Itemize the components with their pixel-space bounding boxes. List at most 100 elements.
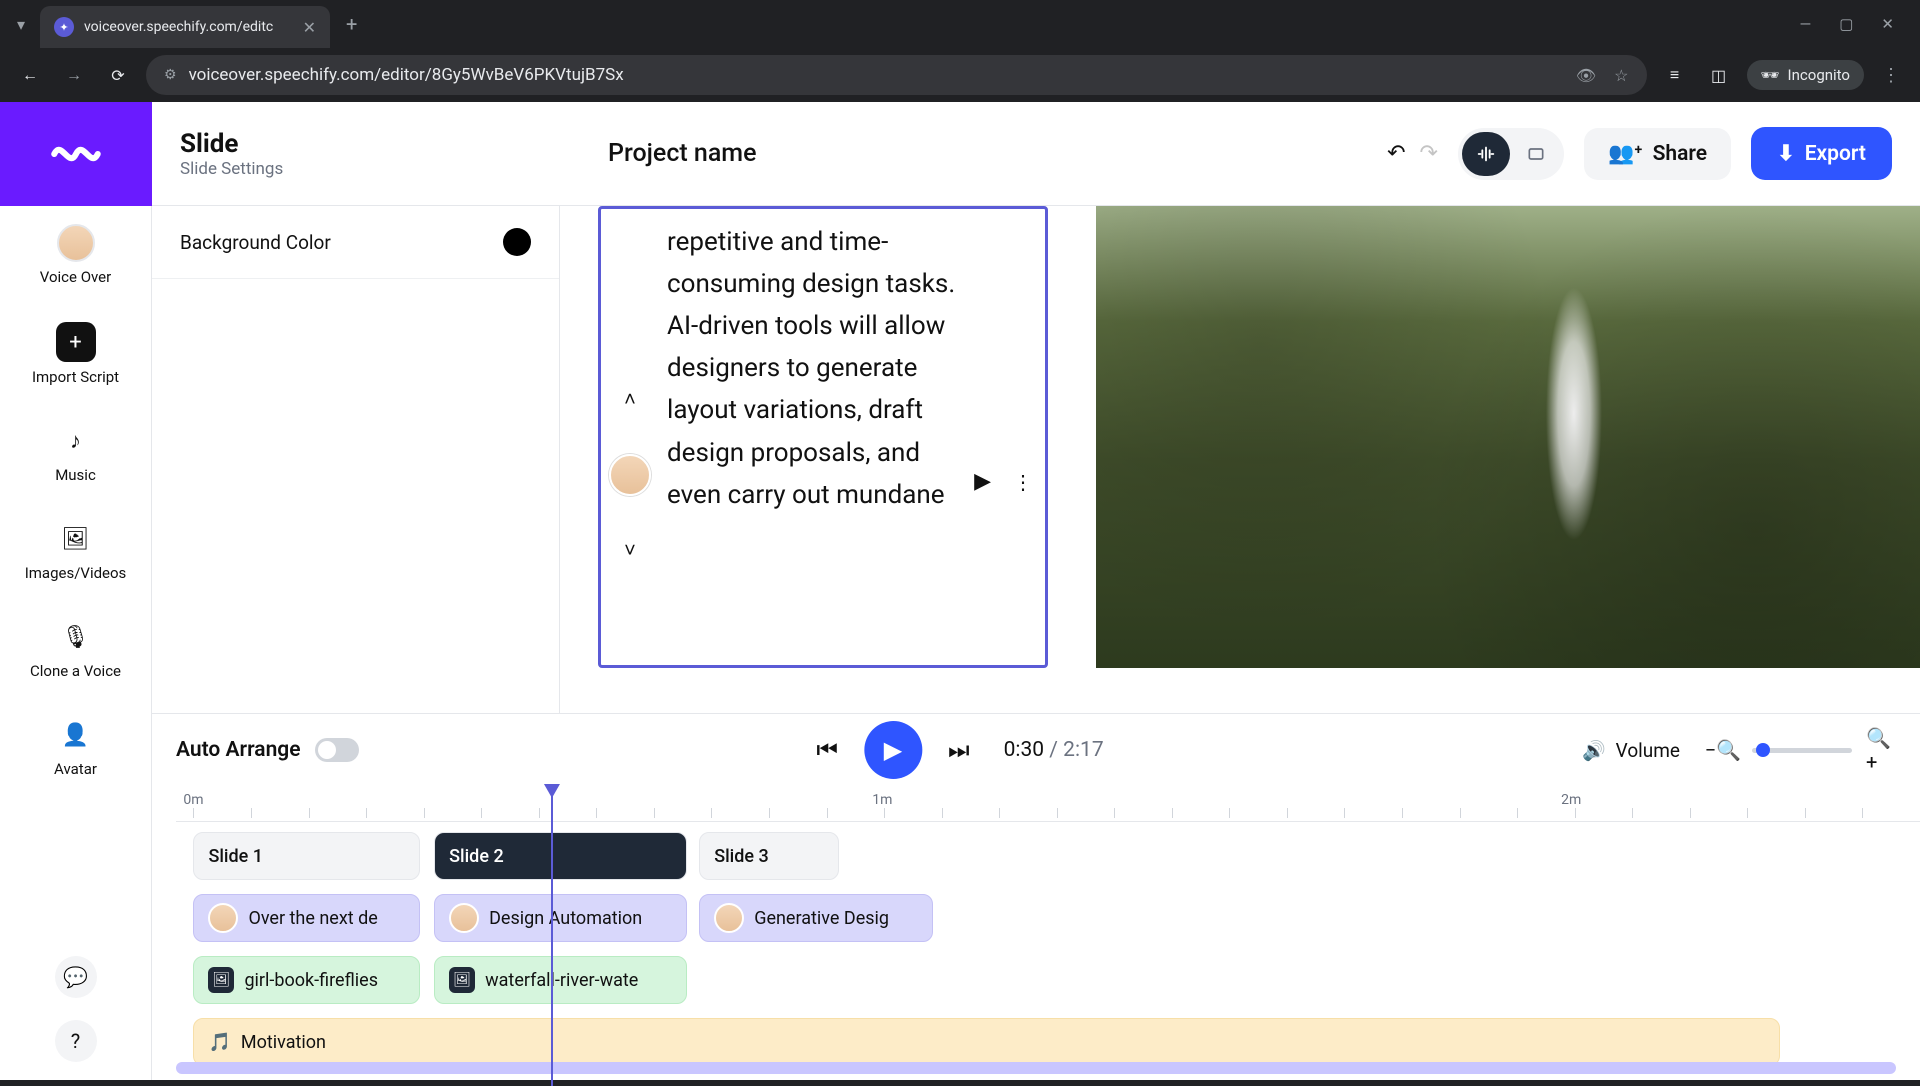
clip-media[interactable]: 🖼girl-book-fireflies	[193, 956, 420, 1004]
play-button[interactable]: ▶	[864, 721, 922, 779]
browser-menu-icon[interactable]: ⋮	[1876, 65, 1906, 86]
setting-label: Background Color	[180, 231, 331, 254]
panel-title: Slide	[180, 129, 588, 159]
timeline-tracks: Slide 1 Slide 2 Slide 3 Over the next de De…	[152, 822, 1920, 1074]
back-button[interactable]: ←	[14, 59, 46, 91]
script-block[interactable]: ˄ ˅ repetitive and time-consuming design…	[598, 206, 1048, 668]
rail-import-script[interactable]: + Import Script	[0, 304, 151, 404]
new-tab-button[interactable]: +	[338, 12, 365, 36]
zoom-out-button[interactable]: −🔍	[1708, 735, 1738, 765]
ruler-mark: 1m	[872, 792, 892, 808]
favicon-icon: ✦	[54, 17, 74, 37]
left-rail: Voice Over + Import Script ♪ Music 🖼 Ima…	[0, 102, 152, 1080]
undo-button[interactable]: ↶	[1387, 141, 1405, 166]
url-text: voiceover.speechify.com/editor/8Gy5WvBeV…	[189, 65, 1564, 85]
prev-button[interactable]: ⏮	[816, 736, 838, 764]
music-icon: 🎵	[208, 1032, 230, 1053]
clip-label: Slide 3	[714, 846, 769, 867]
rail-music[interactable]: ♪ Music	[0, 404, 151, 502]
volume-label: Volume	[1616, 739, 1680, 762]
zoom-slider[interactable]	[1752, 748, 1852, 753]
panel-subtitle: Slide Settings	[180, 159, 588, 179]
maximize-icon[interactable]: ▢	[1839, 15, 1853, 33]
app-logo[interactable]	[0, 102, 152, 206]
play-block-icon[interactable]: ▶	[974, 469, 991, 494]
zoom-in-button[interactable]: 🔍+	[1866, 735, 1896, 765]
video-preview[interactable]	[1096, 206, 1920, 713]
move-up-icon[interactable]: ˄	[624, 387, 636, 412]
rail-avatar[interactable]: 👤 Avatar	[0, 698, 151, 796]
reload-button[interactable]: ⟳	[102, 59, 134, 91]
clip-music[interactable]: 🎵 Motivation	[193, 1018, 1780, 1066]
chat-button[interactable]: 💬	[55, 956, 97, 998]
close-tab-icon[interactable]: ✕	[303, 18, 316, 37]
browser-tab[interactable]: ✦ voiceover.speechify.com/editc ✕	[40, 6, 330, 48]
time-current: 0:30	[1004, 738, 1045, 762]
plus-icon: +	[56, 322, 96, 362]
time-total: 2:17	[1063, 738, 1104, 762]
download-icon: ⬇	[1777, 141, 1795, 166]
eye-off-icon[interactable]: 👁	[1576, 66, 1596, 85]
script-text[interactable]: repetitive and time-consuming design tas…	[663, 217, 962, 516]
color-swatch[interactable]	[503, 228, 531, 256]
address-bar[interactable]: ⚙ voiceover.speechify.com/editor/8Gy5WvB…	[146, 55, 1647, 95]
close-window-icon[interactable]: ✕	[1881, 15, 1894, 33]
rail-voice-over[interactable]: Voice Over	[0, 206, 151, 304]
clip-voice[interactable]: Over the next de	[193, 894, 420, 942]
rail-clone-voice[interactable]: 🎙 Clone a Voice	[0, 600, 151, 698]
image-icon: 🖼	[449, 967, 475, 993]
volume-control[interactable]: 🔊 Volume	[1582, 739, 1680, 762]
share-button[interactable]: 👥⁺ Share	[1584, 128, 1731, 180]
volume-icon: 🔊	[1582, 739, 1606, 762]
bookmark-icon[interactable]: ☆	[1614, 66, 1628, 85]
site-settings-icon[interactable]: ⚙	[164, 67, 177, 83]
clip-slide[interactable]: Slide 2	[434, 832, 687, 880]
clip-label: girl-book-fireflies	[244, 970, 378, 991]
redo-button[interactable]: ↷	[1420, 141, 1438, 166]
mic-icon: 🎙	[57, 618, 95, 656]
reading-list-icon[interactable]: ≡	[1659, 59, 1691, 91]
clip-label: Generative Desig	[754, 908, 889, 929]
music-icon: ♪	[57, 422, 95, 460]
clip-slide[interactable]: Slide 3	[699, 832, 839, 880]
ruler-mark: 2m	[1561, 792, 1581, 808]
view-waveform-button[interactable]	[1462, 132, 1510, 176]
avatar-icon	[449, 903, 479, 933]
view-toggle	[1458, 128, 1564, 180]
rail-label: Images/Videos	[25, 564, 127, 582]
share-label: Share	[1653, 142, 1707, 166]
forward-button[interactable]: →	[58, 59, 90, 91]
rail-images-videos[interactable]: 🖼 Images/Videos	[0, 502, 151, 600]
export-button[interactable]: ⬇ Export	[1751, 127, 1892, 180]
move-down-icon[interactable]: ˅	[624, 538, 636, 563]
panel-header: Slide Slide Settings	[180, 129, 588, 179]
clip-voice[interactable]: Generative Desig	[699, 894, 933, 942]
clip-label: waterfall-river-wate	[485, 970, 638, 991]
clip-media[interactable]: 🖼 waterfall-river-wate	[434, 956, 687, 1004]
clip-slide[interactable]: Slide 1	[193, 832, 420, 880]
clip-voice[interactable]: Design Automation	[434, 894, 687, 942]
auto-arrange-toggle[interactable]	[315, 738, 359, 762]
timeline-ruler[interactable]: 0m 1m 2m	[176, 786, 1920, 822]
clip-label: Motivation	[241, 1032, 326, 1053]
voice-avatar-icon[interactable]	[609, 454, 651, 496]
minimize-icon[interactable]: —	[1800, 15, 1812, 33]
timeline-scrollbar[interactable]	[176, 1062, 1896, 1074]
playhead[interactable]	[551, 786, 553, 1086]
ruler-mark: 0m	[183, 792, 203, 808]
view-slides-button[interactable]	[1512, 132, 1560, 176]
project-name[interactable]: Project name	[608, 139, 756, 168]
side-panel-icon[interactable]: ◫	[1703, 59, 1735, 91]
next-button[interactable]: ⏭	[948, 736, 970, 764]
help-button[interactable]: ?	[55, 1020, 97, 1062]
rail-label: Music	[55, 466, 96, 484]
avatar-icon	[714, 903, 744, 933]
setting-background-color[interactable]: Background Color	[152, 206, 559, 279]
incognito-icon: 🕶	[1761, 66, 1780, 84]
incognito-label: Incognito	[1788, 66, 1850, 84]
tab-dropdown[interactable]: ▾	[10, 13, 32, 35]
person-icon: 👤	[57, 716, 95, 754]
rail-label: Clone a Voice	[30, 662, 121, 680]
clip-label: Design Automation	[489, 908, 642, 929]
block-more-icon[interactable]: ⋮	[1013, 470, 1033, 494]
